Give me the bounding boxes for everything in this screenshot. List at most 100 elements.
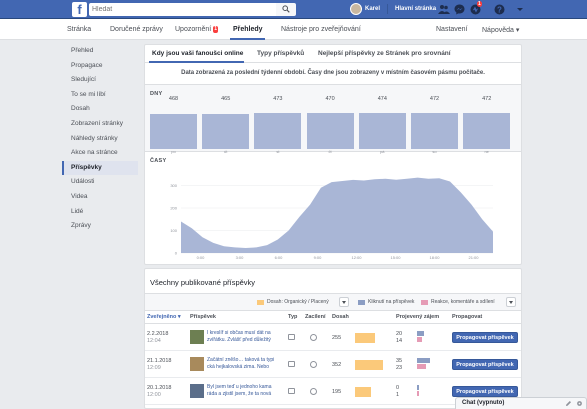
sidebar-item-2[interactable]: Sledující (62, 73, 138, 88)
sidebar-item-0[interactable]: Přehled (62, 44, 138, 59)
nav-insights[interactable]: Přehledy (233, 26, 263, 33)
post-text-link[interactable]: Začátní zněšo… taková ta typi cká hejkal… (207, 357, 279, 370)
col-reach: Dosah (332, 314, 349, 320)
clicks-bar (417, 358, 430, 363)
sidebar-item-3[interactable]: To se mi líbí (62, 88, 138, 103)
y-tick-label: 200 (170, 206, 177, 211)
times-area-series[interactable] (181, 177, 493, 253)
col-engagement: Projevený zájem (396, 314, 440, 320)
day-bar[interactable] (202, 113, 250, 149)
user-name-link[interactable]: Karel (365, 6, 380, 12)
post-type-icon (288, 334, 295, 340)
nav-page-label: Stránka (67, 26, 92, 33)
post-type-icon (288, 388, 295, 394)
day-bar[interactable] (358, 113, 406, 149)
account-menu-icon[interactable] (516, 4, 528, 15)
clicks-bar (417, 331, 425, 336)
post-text-link[interactable]: I kreslíř si občas musí dát na zvířátku.… (207, 330, 279, 343)
search-icon (282, 5, 290, 13)
post-text-link[interactable]: Byl jsem teď u jednoho kama ráda a zjist… (207, 384, 279, 397)
x-tick-label: 3:00 (236, 255, 245, 260)
edit-icon[interactable] (565, 400, 572, 407)
divider (387, 4, 389, 14)
nav-publishing-tools[interactable]: Nástroje pro zveřejňování (281, 26, 361, 33)
globe-icon (310, 388, 317, 395)
boost-post-button[interactable]: Propagovat příspěvek (452, 332, 518, 343)
friends-icon[interactable] (438, 4, 450, 15)
chat-bar[interactable]: Chat (vypnuto) (455, 397, 587, 409)
notifications-icon[interactable]: 1 (470, 1, 482, 15)
col-targeting: Zacílení (305, 314, 326, 320)
sidebar-item-12[interactable]: Zprávy (62, 219, 138, 234)
boost-post-button[interactable]: Propagovat příspěvek (452, 386, 518, 397)
insights-sidebar: Přehled Propagace Sledující To se mi líbí Do… (62, 44, 138, 234)
nav-notifications[interactable]: Upozornění 1 (175, 26, 218, 33)
y-tick-label: 300 (170, 183, 177, 188)
post-reach: 255 (332, 335, 342, 341)
sidebar-item-8[interactable]: Příspěvky (62, 160, 138, 176)
globe-icon (310, 334, 317, 341)
gear-icon[interactable] (576, 400, 583, 407)
nav-page[interactable]: Stránka (67, 26, 91, 33)
page-nav: Stránka Doručené zprávy Upozornění 1 Přeh… (0, 19, 587, 40)
day-bar[interactable] (150, 113, 197, 149)
col-post: Příspěvek (190, 314, 216, 320)
day-bar[interactable] (306, 113, 354, 149)
notification-badge: 1 (477, 1, 482, 7)
nav-help[interactable]: Nápověda ▾ (482, 26, 519, 34)
nav-inbox[interactable]: Doručené zprávy (110, 26, 163, 33)
post-reactions: 14 (396, 338, 403, 344)
day-bar-value: 465 (221, 96, 231, 102)
tab-post-types[interactable]: Typy příspěvků (257, 50, 304, 57)
search-button[interactable] (276, 3, 296, 16)
published-posts-panel: Všechny publikované příspěvky Dosah: Org… (144, 268, 522, 409)
tab-top-posts-competitors[interactable]: Nejlepší příspěvky ze Stránek pro srovná… (318, 50, 451, 57)
nav-inbox-label: Doručené zprávy (110, 26, 163, 33)
nav-settings[interactable]: Nastavení (436, 26, 468, 33)
tab-fans-online[interactable]: Kdy jsou vaši fanoušci online (152, 50, 243, 57)
sidebar-item-7[interactable]: Akce na stránce (62, 146, 138, 161)
post-thumbnail[interactable] (190, 384, 204, 398)
globe-icon (310, 361, 317, 368)
col-published[interactable]: Zveřejněno ▾ (147, 314, 181, 320)
legend-reach: Dosah: Organický / Placený (257, 299, 329, 305)
table-row[interactable]: 21.1.2018 12:09 Začátní zněšo… taková ta t… (145, 352, 521, 378)
engagement-dropdown[interactable] (506, 297, 516, 307)
post-date-day: 21.1.2018 (147, 358, 172, 364)
post-date-day: 20.1.2018 (147, 385, 172, 391)
sidebar-item-4[interactable]: Dosah (62, 102, 138, 117)
sidebar-item-9[interactable]: Události (62, 175, 138, 190)
avatar[interactable] (350, 3, 362, 15)
home-link[interactable]: Hlavní stránka (395, 6, 436, 12)
search-input[interactable] (89, 3, 276, 16)
x-tick-label: 18:00 (429, 255, 440, 260)
legend-reactions-swatch (421, 299, 428, 305)
sidebar-item-11[interactable]: Lidé (62, 205, 138, 220)
table-row[interactable]: 2.2.2018 12:04 I kreslíř si občas musí dát… (145, 325, 521, 351)
post-thumbnail[interactable] (190, 357, 204, 371)
post-thumbnail[interactable] (190, 330, 204, 344)
post-clicks: 35 (396, 358, 403, 364)
reach-bar (355, 333, 375, 343)
day-bar-value: 473 (273, 96, 283, 102)
reactions-bar (417, 337, 423, 342)
day-bar[interactable] (411, 113, 458, 149)
sidebar-item-5[interactable]: Zobrazení stránky (62, 117, 138, 132)
posts-legend: Dosah: Organický / Placený Kliknutí na p… (145, 293, 521, 311)
posts-table-header: Zveřejněno ▾ Příspěvek Typ Zacílení Dosa… (145, 312, 521, 324)
boost-post-button[interactable]: Propagovat příspěvek (452, 359, 518, 370)
fans-online-panel: Kdy jsou vaši fanoušci online Typy přísp… (144, 44, 522, 265)
sidebar-item-10[interactable]: Videa (62, 190, 138, 205)
day-bar[interactable] (463, 113, 511, 149)
help-icon[interactable]: ? (494, 4, 506, 15)
post-date-time: 12:04 (147, 338, 161, 344)
messages-icon[interactable] (454, 4, 466, 15)
sidebar-item-6[interactable]: Náhledy stránky (62, 132, 138, 147)
post-reach: 352 (332, 362, 342, 368)
x-tick-label: 9:00 (314, 255, 323, 260)
sidebar-item-1[interactable]: Propagace (62, 59, 138, 74)
reach-dropdown[interactable] (339, 297, 349, 307)
clicks-bar (417, 385, 419, 390)
facebook-logo[interactable]: f (72, 2, 87, 17)
day-bar[interactable] (254, 113, 302, 149)
